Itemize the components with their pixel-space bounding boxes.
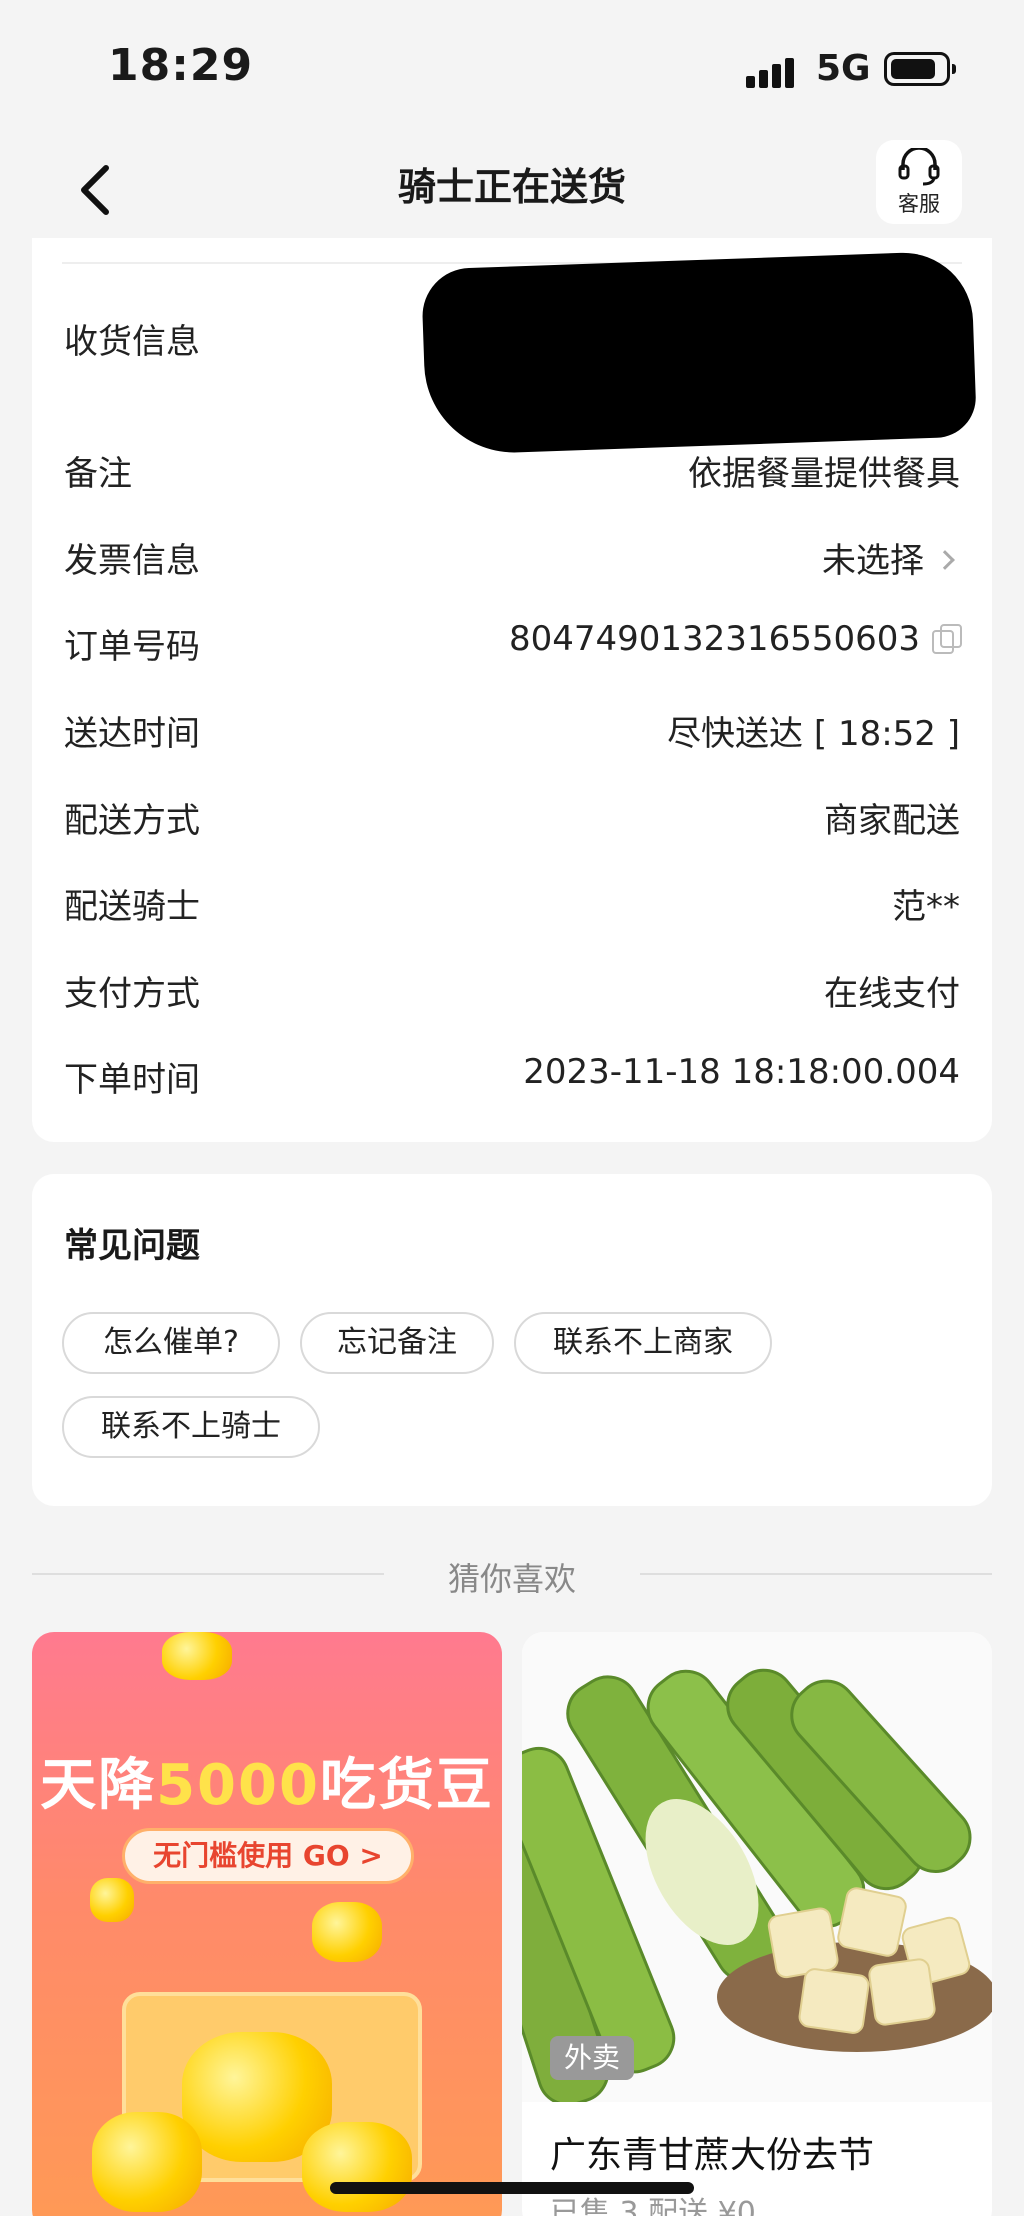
row-label: 支付方式 [64,974,200,1014]
promo-headline: 天降5000吃货豆 [32,1740,502,1821]
signal-icon [746,52,802,88]
promo-headline-pre: 天降 [40,1753,157,1818]
row-label: 配送骑士 [64,887,200,927]
promo-headline-post: 吃货豆 [319,1753,494,1818]
promo-headline-number: 5000 [156,1753,320,1818]
customer-service-label: 客服 [898,192,940,216]
chevron-right-icon [935,550,955,570]
row-value: 尽快送达 [ 18:52 ] [667,714,960,754]
row-order-number: 订单号码 8047490132316550603 [64,609,962,669]
page-title: 骑士正在送货 [397,165,626,209]
recommend-title: 猜你喜欢 [447,1560,576,1598]
faq-card: 常见问题 怎么催单? 忘记备注 联系不上商家 联系不上骑士 [32,1174,992,1506]
redacted-address [420,250,978,456]
nav-bar: 骑士正在送货 客服 [0,140,1024,240]
home-indicator[interactable] [330,2182,694,2194]
headset-icon [898,148,940,186]
bean-decoration [90,1878,134,1922]
status-time: 18:29 [108,40,254,91]
product-name: 广东青甘蔗大份去节 [550,2135,875,2176]
row-payment: 支付方式 在线支付 [64,956,960,1016]
faq-chip-urge[interactable]: 怎么催单? [62,1312,280,1374]
row-order-time: 下单时间 2023-11-18 18:18:00.004 [64,1042,960,1102]
row-invoice[interactable]: 发票信息 未选择 [64,523,960,583]
promo-go-button[interactable]: 无门槛使用 GO > [122,1828,414,1884]
product-tag: 外卖 [550,2036,634,2080]
battery-icon [884,52,956,86]
row-value: 依据餐量提供餐具 [688,454,960,494]
faq-chip-forgot-remark[interactable]: 忘记备注 [300,1312,494,1374]
faq-chip-contact-merchant[interactable]: 联系不上商家 [514,1312,772,1374]
row-value: 在线支付 [824,974,960,1014]
bean-decoration [312,1902,382,1962]
status-bar: 18:29 5G [0,0,1024,130]
row-value: 商家配送 [824,801,960,841]
row-delivery-time: 送达时间 尽快送达 [ 18:52 ] [64,696,960,756]
row-value: 8047490132316550603 [508,619,920,659]
row-label: 订单号码 [64,627,200,667]
bean-decoration [92,2112,202,2212]
row-remarks: 备注 依据餐量提供餐具 [64,436,960,496]
row-label: 发票信息 [64,541,200,581]
row-label: 备注 [64,454,132,494]
faq-chip-contact-rider[interactable]: 联系不上骑士 [62,1396,320,1458]
order-number-value: 8047490132316550603 [508,619,962,659]
promo-card[interactable]: 天降5000吃货豆 无门槛使用 GO > [32,1632,502,2216]
recommend-header: 猜你喜欢 [0,1548,1024,1598]
bean-decoration [162,1632,232,1680]
copy-icon[interactable] [932,624,962,654]
sugarcane-image [522,1668,992,2102]
faq-title: 常见问题 [64,1226,200,1266]
row-label: 收货信息 [64,322,200,362]
order-info-card: 收货信息 备注 依据餐量提供餐具 发票信息 未选择 订单号码 804749013… [32,238,992,1142]
row-delivery-method: 配送方式 商家配送 [64,783,960,843]
row-label: 送达时间 [64,714,200,754]
product-card[interactable]: 外卖 广东青甘蔗大份去节 已售 3 配送 ¥0 [522,1632,992,2216]
bean-decoration [302,2122,412,2212]
row-value: 范** [892,887,960,927]
row-value: 2023-11-18 18:18:00.004 [523,1052,960,1092]
row-label: 下单时间 [64,1060,200,1100]
row-value: 未选择 [822,541,924,581]
row-label: 配送方式 [64,801,200,841]
network-type: 5G [816,48,871,89]
product-image: 外卖 [522,1632,992,2102]
customer-service-button[interactable]: 客服 [876,140,962,224]
invoice-select[interactable]: 未选择 [822,533,960,582]
divider [640,1573,992,1575]
row-rider: 配送骑士 范** [64,869,960,929]
